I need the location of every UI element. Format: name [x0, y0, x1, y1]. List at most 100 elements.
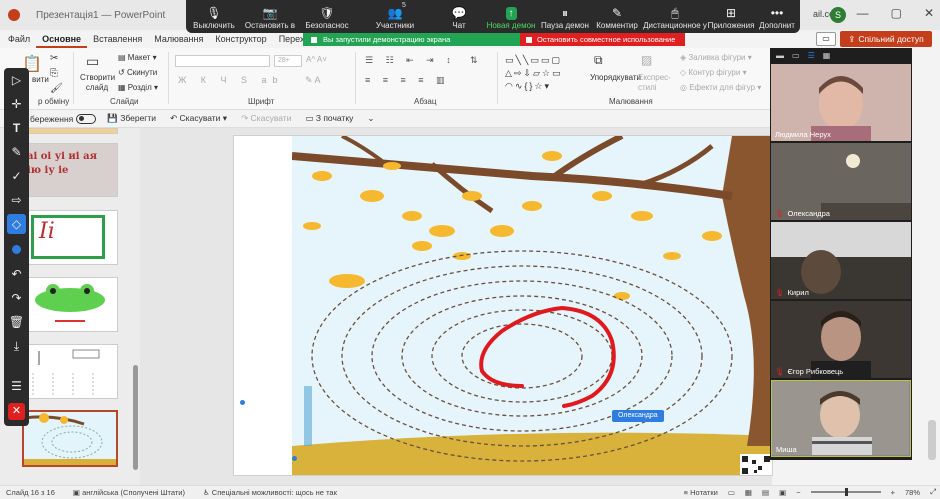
fit-slide-icon[interactable]: ⤢ — [930, 487, 936, 497]
slide-canvas[interactable] — [233, 135, 773, 476]
arrange-icon[interactable]: ⧉ — [594, 53, 603, 68]
close-annotation-button[interactable]: ✕ — [8, 403, 25, 420]
shape-fill-button[interactable]: ◈ Заливка фігури ▾ — [680, 53, 752, 62]
thumbnail-scrollbar[interactable] — [133, 365, 138, 470]
zoom-slider[interactable] — [810, 488, 881, 496]
pause-icon: ⏸ — [561, 6, 568, 20]
participant-tile-active-speaker[interactable]: Миша — [771, 380, 911, 457]
stop-share-button[interactable]: Остановить совместное использование — [520, 33, 685, 46]
cut-icon[interactable]: ✂ — [50, 53, 58, 64]
section-button[interactable]: ▦ Розділ ▾ — [118, 83, 158, 92]
autosave-toggle[interactable] — [76, 113, 97, 124]
slide-thumbnail-current[interactable] — [22, 410, 118, 467]
share-access-button[interactable]: ⇪ Спільний доступ — [840, 31, 932, 47]
spotlight-cross-icon[interactable]: ✛ — [4, 94, 29, 114]
maximize-button[interactable]: ▢ — [891, 6, 902, 20]
gallery-strip-icon[interactable]: ▭ — [792, 51, 800, 60]
remote-control-button[interactable]: 🖱 Дистанционное у — [642, 0, 708, 33]
share-status-banner: Вы запустили демонстрацию экрана — [303, 33, 520, 46]
apps-button[interactable]: ⊞ Приложения — [708, 0, 755, 33]
shapes-gallery[interactable]: ▭╲╲▭▭▢ △⇨⇩▱☆▭ ◠∿{}☆▾ — [505, 54, 585, 94]
language-status[interactable]: ▣ англійська (Сполучені Штати) — [73, 488, 185, 497]
arrow-tool-icon[interactable]: ⇨ — [4, 190, 29, 210]
zoom-in-icon[interactable]: + — [891, 488, 895, 497]
trash-icon[interactable]: 🗑 — [4, 312, 29, 332]
redo-icon[interactable]: ↷ — [4, 288, 29, 308]
accessibility-status[interactable]: ♿ Спеціальні можливості: щось не так — [203, 488, 337, 497]
copy-icon[interactable]: ⎘ — [50, 68, 58, 79]
avatar[interactable]: S — [830, 7, 846, 23]
redo-button[interactable]: ↷ Скасувати — [241, 113, 291, 124]
text-direction-icon[interactable]: ⇅ — [470, 55, 478, 66]
undo-icon[interactable]: ↶ — [4, 264, 29, 284]
arrange-button[interactable]: Упорядкувати — [590, 73, 641, 82]
normal-view-icon[interactable]: ▭ — [728, 488, 735, 497]
font-grow-icon[interactable]: A^ A˅ — [306, 55, 327, 64]
zoom-level[interactable]: 78% — [905, 488, 920, 497]
color-picker-icon[interactable] — [12, 245, 21, 254]
list-buttons[interactable]: ☰ ☷ ⇤ ⇥ ↕ — [365, 55, 456, 66]
slide-thumbnail[interactable]: аі оі уі иі ая ію іу іе — [22, 143, 118, 197]
reading-view-icon[interactable]: ▤ — [762, 488, 769, 497]
slide-sorter-icon[interactable]: ▦ — [745, 488, 752, 497]
font-size-input[interactable]: 28+ — [274, 55, 302, 67]
security-button[interactable]: 🛡 Безопаснос — [298, 0, 356, 33]
shape-outline-button[interactable]: ◇ Контур фігури ▾ — [680, 68, 747, 77]
comments-button[interactable]: ▭ — [816, 32, 836, 46]
new-share-button[interactable]: ↑ Новая демон — [484, 0, 538, 33]
annotate-button[interactable]: ✎ Комментир — [592, 0, 642, 33]
stamp-check-icon[interactable]: ✓ — [4, 166, 29, 186]
slide-thumbnail[interactable] — [22, 128, 118, 134]
slide-thumbnail[interactable] — [22, 344, 118, 399]
grid-view-icon[interactable]: ▦ — [823, 51, 831, 60]
close-window-button[interactable]: ✕ — [924, 6, 934, 20]
participants-button[interactable]: 5 👥 Участники — [356, 0, 434, 33]
slide-vertical-scrollbar[interactable] — [928, 420, 936, 460]
quick-styles-icon[interactable]: ▨ — [641, 53, 652, 67]
customize-qat-icon[interactable]: ⌄ — [367, 113, 374, 124]
draw-pen-icon[interactable]: ✎ — [4, 142, 29, 162]
slideshow-icon[interactable]: ▣ — [779, 488, 786, 497]
chat-button[interactable]: 💬 Чат — [434, 0, 484, 33]
participant-tile[interactable]: Людмила Нерух — [771, 64, 911, 141]
format-painter-icon[interactable]: 🖌 — [50, 83, 63, 94]
pause-share-button[interactable]: ⏸ Пауза демон — [538, 0, 592, 33]
save-button[interactable]: 💾 Зберегти — [107, 113, 156, 124]
from-start-button[interactable]: ▭ З початку — [305, 113, 353, 124]
stop-video-button[interactable]: 📷 Остановить в — [242, 0, 298, 33]
more-button[interactable]: ••• Дополнит — [754, 0, 800, 33]
slide-thumbnail[interactable]: Іі — [22, 210, 118, 265]
minimize-button[interactable]: — — [857, 6, 869, 20]
tab-home[interactable]: Основне — [36, 30, 88, 48]
select-arrow-icon[interactable]: ▷ — [4, 70, 29, 90]
mute-button[interactable]: 🎙 Выключить — [186, 0, 242, 33]
font-style-buttons[interactable]: Ж К Ч S ab — [178, 75, 284, 85]
selection-handle[interactable] — [292, 456, 297, 461]
new-slide-icon[interactable]: ▭ — [86, 53, 99, 70]
layout-button[interactable]: ▤ Макет ▾ — [118, 53, 157, 62]
participant-tile[interactable]: 🎙 Олександра — [771, 143, 911, 220]
paste-button[interactable]: вити — [32, 75, 49, 84]
font-name-input[interactable] — [175, 55, 270, 67]
new-slide-button[interactable]: Створити слайд — [80, 73, 115, 93]
slide-thumbnail[interactable] — [22, 277, 118, 332]
quick-styles-button[interactable]: Експрес-стилі — [638, 73, 674, 93]
reset-button[interactable]: ↺ Скинути — [118, 68, 157, 77]
text-tool-icon[interactable]: T — [4, 118, 29, 138]
minimize-panel-icon[interactable]: ▬ — [776, 51, 784, 60]
undo-button[interactable]: ↶ Скасувати ▾ — [170, 113, 227, 124]
font-color-icon[interactable]: ✎ A — [305, 75, 321, 86]
speaker-view-icon[interactable]: ☰ — [808, 51, 815, 60]
save-download-icon[interactable]: ⤓ — [4, 336, 29, 356]
notes-button[interactable]: ≡ Нотатки — [684, 488, 718, 497]
menu-icon[interactable]: ☰ — [4, 376, 29, 396]
participant-tile[interactable]: 🎙 Єгор Рибковець — [771, 301, 911, 378]
shape-effects-button[interactable]: ◎ Ефекти для фігур ▾ — [680, 83, 761, 92]
zoom-out-icon[interactable]: − — [796, 488, 800, 497]
tab-file[interactable]: Файл — [2, 30, 36, 48]
tab-insert[interactable]: Вставлення — [87, 30, 148, 48]
selection-handle[interactable] — [240, 400, 245, 405]
eraser-icon[interactable]: ◇ — [7, 214, 26, 234]
align-buttons[interactable]: ≡ ≡ ≡ ≡ ▥ — [365, 75, 450, 86]
participant-tile[interactable]: 🎙 Кирил — [771, 222, 911, 299]
